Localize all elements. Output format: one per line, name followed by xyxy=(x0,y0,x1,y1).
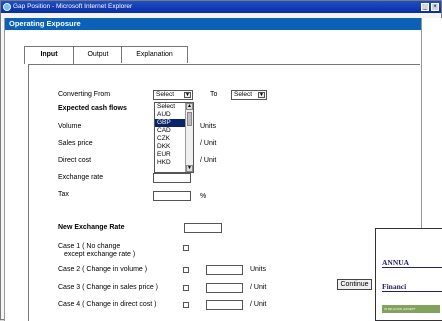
case1-label-line2: except exchange rate ) xyxy=(64,251,136,258)
tab-input[interactable]: Input xyxy=(24,46,74,64)
page-frame: Operating Exposure Input Output Explanat… xyxy=(4,18,423,321)
to-currency-value: Select xyxy=(234,91,253,98)
case4-input[interactable] xyxy=(206,300,243,310)
background-doc-thumbnail: IN MILLIONS, EXCEPT xyxy=(382,305,440,313)
case1-checkbox[interactable] xyxy=(183,245,189,251)
exchange-rate-input[interactable] xyxy=(153,173,191,183)
case2-checkbox[interactable] xyxy=(183,267,189,273)
new-exchange-rate-label: New Exchange Rate xyxy=(58,224,125,231)
background-document-window[interactable]: ANNUA Financi IN MILLIONS, EXCEPT xyxy=(375,228,442,321)
internet-explorer-icon xyxy=(3,3,11,11)
exchange-rate-label: Exchange rate xyxy=(58,174,104,181)
minimize-button[interactable]: _ xyxy=(421,3,429,11)
tax-percent-label: % xyxy=(200,193,207,200)
scroll-thumb[interactable] xyxy=(187,112,192,126)
case2-input[interactable] xyxy=(206,265,243,275)
title-bar: Gap Position - Microsoft Internet Explor… xyxy=(1,1,441,13)
direct-cost-label: Direct cost xyxy=(58,157,92,164)
volume-units-label: Units xyxy=(200,123,216,130)
ie-window: Gap Position - Microsoft Internet Explor… xyxy=(0,0,442,321)
chevron-down-icon[interactable]: ▼ xyxy=(258,92,265,98)
expected-cash-flows-label: Expected cash flows xyxy=(58,105,127,112)
close-button[interactable]: × xyxy=(431,3,439,11)
case3-input[interactable] xyxy=(206,283,243,293)
background-doc-subheading: Financi xyxy=(382,282,442,292)
sales-price-label: Sales price xyxy=(58,140,93,147)
case1-label-line1: Case 1 ( No change xyxy=(58,243,121,250)
volume-label: Volume xyxy=(58,123,82,130)
to-label: To xyxy=(210,91,218,98)
direct-cost-unit-label: / Unit xyxy=(200,157,217,164)
case3-unit-label: / Unit xyxy=(250,284,267,291)
case2-unit-label: Units xyxy=(250,266,266,273)
to-currency-select[interactable]: Select ▼ xyxy=(231,90,267,100)
case4-label: Case 4 ( Change in direct cost ) xyxy=(58,301,157,308)
case4-unit-label: / Unit xyxy=(250,301,267,308)
case4-checkbox[interactable] xyxy=(183,302,189,308)
window-title: Gap Position - Microsoft Internet Explor… xyxy=(13,3,133,10)
case3-label: Case 3 ( Change in sales price ) xyxy=(58,284,158,291)
tab-output[interactable]: Output xyxy=(72,46,124,63)
scroll-down-arrow-icon[interactable]: ▼ xyxy=(186,165,193,172)
currency-dropdown-list[interactable]: Select AUD GBP CAD CZK DKK EUR HKD ▲ ▼ xyxy=(154,102,194,173)
tax-label: Tax xyxy=(58,191,69,198)
tax-input[interactable] xyxy=(153,191,191,201)
from-currency-value: Select xyxy=(156,91,175,98)
scroll-up-arrow-icon[interactable]: ▲ xyxy=(186,103,193,110)
chevron-down-icon[interactable]: ▼ xyxy=(184,92,191,98)
continue-button[interactable]: Continue xyxy=(337,279,372,290)
case3-checkbox[interactable] xyxy=(183,285,189,291)
new-exchange-rate-input[interactable] xyxy=(184,223,222,233)
converting-from-label: Converting From xyxy=(58,91,111,98)
tab-explanation[interactable]: Explanation xyxy=(121,46,188,63)
app-header: Operating Exposure xyxy=(5,18,422,30)
background-doc-heading: ANNUA xyxy=(382,258,442,268)
dropdown-scrollbar[interactable]: ▲ ▼ xyxy=(185,103,193,172)
sales-price-unit-label: / Unit xyxy=(200,140,217,147)
from-currency-select[interactable]: Select ▼ xyxy=(153,90,193,100)
case2-label: Case 2 ( Change in volume ) xyxy=(58,266,148,273)
